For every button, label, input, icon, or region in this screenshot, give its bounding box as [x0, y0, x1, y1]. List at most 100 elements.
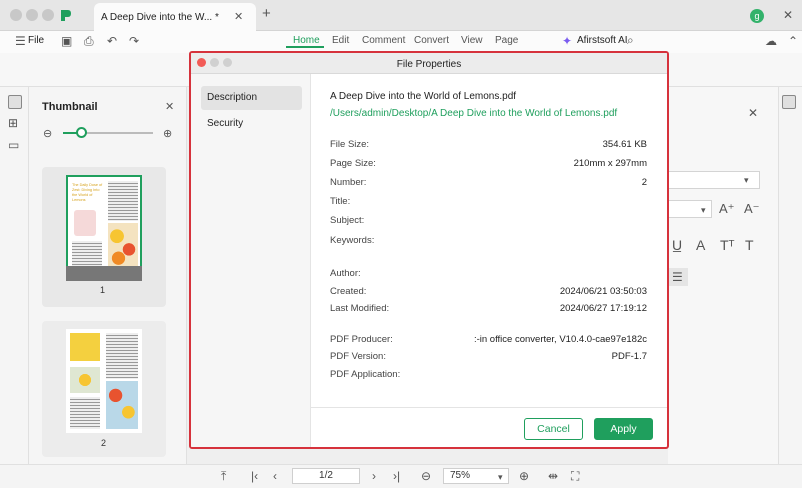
properties-panel-icon[interactable] — [782, 95, 796, 109]
property-label-subject: Subject: — [330, 215, 365, 226]
font-family-dropdown-icon[interactable]: ▾ — [744, 173, 749, 187]
redo-icon[interactable]: ↷ — [129, 34, 139, 48]
thumbnail-page-1-heading: The Daily Dose of Zest: Diving Into the … — [72, 183, 103, 202]
thumbnail-page-1-number: 1 — [100, 285, 106, 295]
last-page-icon[interactable]: ›| — [393, 469, 400, 483]
property-label-author: Author: — [330, 268, 361, 279]
property-value-created: 2024/06/21 03:50:03 — [559, 286, 647, 297]
decrease-font-icon[interactable]: A⁻ — [744, 202, 760, 216]
ai-sparkle-icon: ✦ — [562, 34, 573, 48]
zoom-dropdown-icon[interactable]: ▾ — [498, 470, 503, 484]
next-page-icon[interactable]: › — [372, 469, 376, 483]
page-number-input[interactable]: 1/2 — [292, 468, 360, 484]
thumbnail-page-1-text-block-2 — [72, 241, 102, 267]
property-label-page-size: Page Size: — [330, 158, 376, 169]
close-tab-icon[interactable]: ✕ — [234, 10, 243, 24]
thumbnail-page-1-photo-b — [108, 223, 138, 267]
page-navigation-bar — [0, 464, 802, 488]
cancel-button[interactable]: Cancel — [524, 418, 583, 440]
dialog-footer-divider — [311, 407, 667, 408]
property-label-file-size: File Size: — [330, 139, 370, 150]
save-icon[interactable]: ▣ — [61, 34, 72, 48]
thumbnail-page-2-photo-b — [70, 367, 100, 393]
apply-button[interactable]: Apply — [594, 418, 653, 440]
search-icon[interactable]: ⌕ — [627, 33, 634, 47]
file-properties-dialog: File Properties Description Security A D… — [189, 51, 669, 449]
menu-comment[interactable]: Comment — [362, 35, 405, 46]
property-value-number: 2 — [641, 177, 647, 188]
thumbnail-panel-icon[interactable] — [8, 95, 22, 109]
thumbnail-page-1-image: The Daily Dose of Zest: Diving Into the … — [66, 175, 142, 279]
property-value-pdf-version: PDF-1.7 — [611, 351, 647, 362]
thumbnail-page-2-photo-a — [70, 333, 100, 361]
print-icon[interactable]: ⎙ — [84, 34, 94, 48]
property-value-pdf-producer: :-in office converter, V10.4.0-cae97e182… — [473, 334, 647, 345]
superscript-icon[interactable]: Tᵀ — [720, 238, 735, 252]
menu-home[interactable]: Home — [293, 35, 320, 46]
user-avatar[interactable]: g — [750, 9, 764, 23]
property-value-page-size: 210mm x 297mm — [573, 158, 647, 169]
property-label-number: Number: — [330, 177, 367, 188]
thumbnail-page-1-photo-a — [74, 210, 96, 236]
minimize-window-button[interactable] — [26, 9, 38, 21]
file-path-link[interactable]: /Users/admin/Desktop/A Deep Dive into th… — [330, 108, 617, 119]
thumbnail-panel-title: Thumbnail — [42, 101, 98, 113]
file-menu[interactable]: File — [28, 35, 44, 46]
bookmark-add-icon[interactable]: ⊞ — [8, 116, 18, 130]
comments-icon[interactable]: ▭ — [8, 138, 19, 152]
previous-page-icon[interactable]: ‹ — [273, 469, 277, 483]
hamburger-menu-icon[interactable]: ☰ — [15, 34, 26, 48]
property-label-created: Created: — [330, 286, 367, 297]
menu-convert[interactable]: Convert — [414, 35, 449, 46]
property-value-last-modified: 2024/06/27 17:19:12 — [559, 303, 647, 314]
thumbnail-page-2-text-block — [106, 333, 138, 379]
zoom-out-thumbnail-icon[interactable]: ⊖ — [43, 127, 52, 141]
property-label-pdf-application: PDF Application: — [330, 369, 401, 380]
tab-description[interactable]: Description — [201, 86, 302, 110]
fit-width-icon[interactable]: ⇹ — [548, 469, 558, 483]
strikethrough-icon[interactable]: A — [696, 238, 705, 252]
thumbnail-page-2-image — [66, 329, 142, 433]
cloud-upload-icon[interactable]: ☁ — [765, 34, 777, 48]
collapse-chevron-icon[interactable]: ⌃ — [788, 34, 798, 48]
first-page-icon[interactable]: ⤒ — [221, 469, 226, 483]
property-label-title: Title: — [330, 196, 351, 207]
close-window-button[interactable] — [10, 9, 22, 21]
dialog-title: File Properties — [396, 59, 462, 70]
thumbnail-page-1-overlay — [66, 266, 142, 281]
right-sidebar-strip — [778, 87, 802, 488]
align-justify-icon: ☰ — [672, 270, 683, 284]
fit-page-icon[interactable]: ⛶ — [571, 469, 579, 483]
undo-icon[interactable]: ↶ — [107, 34, 117, 48]
subscript-icon[interactable]: T — [745, 238, 754, 252]
zoom-in-icon[interactable]: ⊕ — [519, 469, 529, 483]
document-tab-title: A Deep Dive into the W... * — [101, 12, 219, 23]
tab-security[interactable]: Security — [201, 112, 302, 136]
menu-page[interactable]: Page — [495, 35, 518, 46]
close-thumbnail-panel-icon[interactable]: ✕ — [165, 100, 174, 114]
active-menu-indicator — [286, 46, 324, 48]
ai-button[interactable]: Afirstsoft AI — [577, 35, 628, 46]
property-label-keywords: Keywords: — [330, 235, 375, 246]
file-name: A Deep Dive into the World of Lemons.pdf — [330, 91, 517, 102]
window-close-icon[interactable]: ✕ — [783, 8, 793, 22]
thumbnail-page-2-number: 2 — [101, 438, 107, 448]
new-tab-icon[interactable]: + — [262, 6, 271, 21]
close-side-panel-icon[interactable]: ✕ — [748, 106, 758, 120]
underline-icon[interactable]: U̲ — [672, 238, 682, 252]
property-label-pdf-producer: PDF Producer: — [330, 334, 393, 345]
app-logo-icon — [61, 10, 71, 21]
zoom-window-button[interactable] — [42, 9, 54, 21]
thumbnail-page-1-text-block — [108, 181, 138, 221]
property-label-pdf-version: PDF Version: — [330, 351, 386, 362]
thumbnail-page-2-photo-c — [106, 381, 138, 429]
thumbnail-size-handle[interactable] — [75, 127, 87, 138]
font-size-dropdown-icon[interactable]: ▾ — [701, 203, 706, 217]
menu-view[interactable]: View — [461, 35, 483, 46]
increase-font-icon[interactable]: A⁺ — [719, 202, 735, 216]
menu-edit[interactable]: Edit — [332, 35, 349, 46]
property-value-file-size: 354.61 KB — [602, 139, 647, 150]
jump-back-icon[interactable]: |‹ — [251, 469, 258, 483]
zoom-in-thumbnail-icon[interactable]: ⊕ — [163, 127, 172, 141]
zoom-out-icon[interactable]: ⊖ — [421, 469, 431, 483]
